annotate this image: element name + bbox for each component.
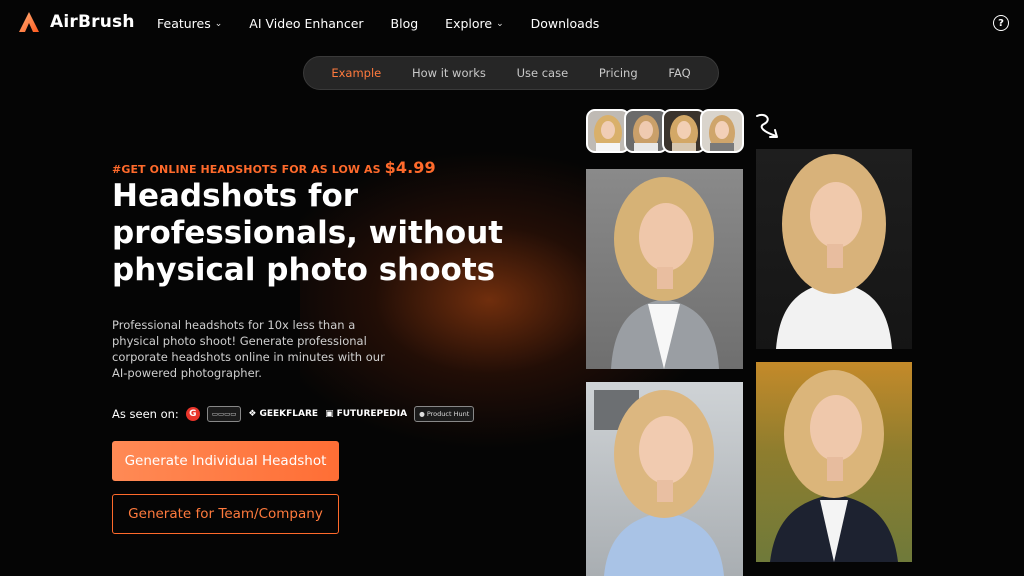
product-hunt-label: Product Hunt <box>426 410 470 418</box>
curly-arrow-icon <box>756 114 778 138</box>
airbrush-logo-icon <box>19 12 39 32</box>
chevron-down-icon: ⌄ <box>496 18 504 29</box>
thumbnail-4 <box>700 109 744 153</box>
chevron-down-icon: ⌄ <box>214 18 223 29</box>
headshot-white-shirt <box>756 149 912 349</box>
tab-how-it-works[interactable]: How it works <box>412 66 486 80</box>
hero-description: Professional headshots for 10x less than… <box>112 318 385 380</box>
as-seen-on-label: As seen on: <box>112 407 179 421</box>
nav-label-downloads: Downloads <box>530 16 600 31</box>
nav-item-blog[interactable]: Blog <box>391 16 419 31</box>
nav-label-ai-video-enhancer: AI Video Enhancer <box>249 16 364 31</box>
generate-team-company-button[interactable]: Generate for Team/Company <box>112 494 339 534</box>
nav-label-explore: Explore <box>445 16 493 31</box>
geekflare-icon: ❖ <box>248 409 257 419</box>
nav-item-downloads[interactable]: Downloads <box>531 16 600 31</box>
futurepedia-logo: ▣ FUTUREPEDIA <box>325 409 407 419</box>
tab-use-case[interactable]: Use case <box>517 66 569 80</box>
headshot-grey-blazer <box>586 169 743 369</box>
nav-label-blog: Blog <box>390 16 419 31</box>
headshot-blue-shirt <box>586 382 743 576</box>
hero-headline: Headshots for professionals, without phy… <box>112 178 504 288</box>
tab-example[interactable]: Example <box>331 66 381 80</box>
award-badge-icon: ▭▭▭▭ <box>206 406 242 422</box>
futurepedia-label: FUTUREPEDIA <box>336 409 408 419</box>
promo-price: $4.99 <box>384 158 436 177</box>
source-photo-thumbnails <box>586 109 744 153</box>
generate-individual-headshot-button[interactable]: Generate Individual Headshot <box>112 441 339 481</box>
g2-logo: G <box>185 407 200 421</box>
main-nav: Features ⌄ AI Video Enhancer Blog Explor… <box>157 16 626 31</box>
help-icon[interactable]: ? <box>993 15 1009 31</box>
section-tabs: Example How it works Use case Pricing FA… <box>303 56 719 90</box>
headshot-dark-blazer-autumn <box>756 362 912 562</box>
logo-text: AirBrush <box>50 12 135 32</box>
tab-faq[interactable]: FAQ <box>668 66 690 80</box>
nav-item-ai-video-enhancer[interactable]: AI Video Enhancer <box>249 16 363 31</box>
promo-text: #GET ONLINE HEADSHOTS FOR AS LOW AS <box>112 163 381 176</box>
futurepedia-icon: ▣ <box>325 409 334 419</box>
product-hunt-badge: ● Product Hunt <box>414 406 475 422</box>
nav-item-explore[interactable]: Explore ⌄ <box>445 16 503 31</box>
geekflare-label: GEEKFLARE <box>259 409 319 419</box>
nav-label-features: Features <box>157 16 211 31</box>
promo-line: #GET ONLINE HEADSHOTS FOR AS LOW AS $4.9… <box>112 158 436 177</box>
airbrush-logo[interactable]: AirBrush <box>18 11 135 33</box>
tab-pricing[interactable]: Pricing <box>599 66 638 80</box>
nav-item-features[interactable]: Features ⌄ <box>157 16 222 31</box>
geekflare-logo: ❖ GEEKFLARE <box>248 409 318 419</box>
as-seen-on: As seen on: G ▭▭▭▭ ❖ GEEKFLARE ▣ FUTUREPED… <box>112 406 475 422</box>
product-hunt-icon: ● <box>419 410 427 418</box>
